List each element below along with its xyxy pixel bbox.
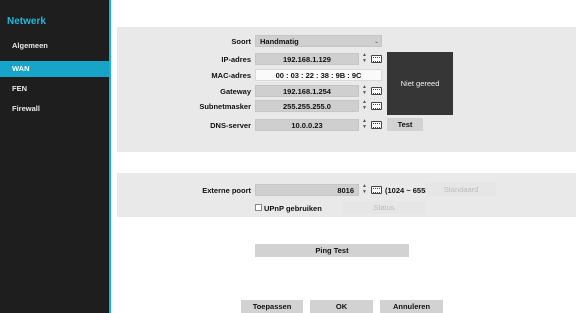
- gateway-spinner[interactable]: ▲ ▼: [361, 84, 368, 97]
- default-button[interactable]: Standaard: [426, 183, 496, 196]
- ip-label: IP-adres: [221, 55, 251, 64]
- status-button[interactable]: Status: [343, 201, 425, 214]
- ip-spinner[interactable]: ▲ ▼: [361, 52, 368, 65]
- external-port-field[interactable]: 8016: [255, 184, 359, 196]
- sidebar-item-algemeen[interactable]: Algemeen: [0, 38, 109, 54]
- mac-field: 00 : 03 : 22 : 38 : 9B : 9C: [255, 69, 382, 81]
- dns-field[interactable]: 10.0.0.23: [255, 119, 359, 131]
- gateway-label: Gateway: [220, 87, 251, 96]
- port-spinner[interactable]: ▲ ▼: [361, 183, 368, 196]
- sidebar-item-firewall[interactable]: Firewall: [0, 101, 109, 117]
- subnet-field[interactable]: 255.255.255.0: [255, 100, 359, 112]
- main-content: Soort Handmatig ⌄ IP-adres 192.168.1.129…: [111, 0, 578, 313]
- mac-label: MAC-adres: [211, 71, 251, 80]
- dns-label: DNS-server: [210, 121, 251, 130]
- test-button[interactable]: Test: [387, 118, 423, 131]
- upnp-label: UPnP gebruiken: [264, 204, 322, 213]
- sidebar: Netwerk Algemeen WAN FEN Firewall: [0, 0, 111, 313]
- sidebar-item-fen[interactable]: FEN: [0, 81, 109, 97]
- port-keyboard-icon[interactable]: [371, 186, 382, 194]
- ok-button[interactable]: OK: [310, 300, 373, 313]
- ping-test-button[interactable]: Ping Test: [255, 244, 409, 257]
- chevron-down-icon: ⌄: [374, 39, 380, 45]
- subnet-spinner[interactable]: ▲ ▼: [361, 99, 368, 112]
- sidebar-item-wan[interactable]: WAN: [0, 61, 109, 77]
- sidebar-title: Netwerk: [7, 16, 46, 27]
- wan-settings-panel: Soort Handmatig ⌄ IP-adres 192.168.1.129…: [117, 27, 576, 152]
- ip-field[interactable]: 192.168.1.129: [255, 53, 359, 65]
- status-box: Niet gereed: [387, 52, 453, 115]
- gateway-keyboard-icon[interactable]: [371, 87, 382, 95]
- gateway-field[interactable]: 192.168.1.254: [255, 85, 359, 97]
- type-label: Soort: [231, 37, 251, 46]
- subnet-keyboard-icon[interactable]: [371, 102, 382, 110]
- apply-button[interactable]: Toepassen: [241, 300, 303, 313]
- port-panel: Externe poort 8016 ▲ ▼ (1024 ~ 65535) Sta…: [117, 173, 576, 217]
- type-select[interactable]: Handmatig: [255, 35, 382, 47]
- dns-spinner[interactable]: ▲ ▼: [361, 118, 368, 131]
- dns-keyboard-icon[interactable]: [371, 121, 382, 129]
- cancel-button[interactable]: Annuleren: [380, 300, 443, 313]
- type-value: Handmatig: [260, 37, 299, 46]
- external-port-label: Externe poort: [202, 186, 251, 195]
- ip-keyboard-icon[interactable]: [371, 55, 382, 63]
- subnet-label: Subnetmasker: [199, 102, 251, 111]
- upnp-checkbox[interactable]: [255, 204, 262, 211]
